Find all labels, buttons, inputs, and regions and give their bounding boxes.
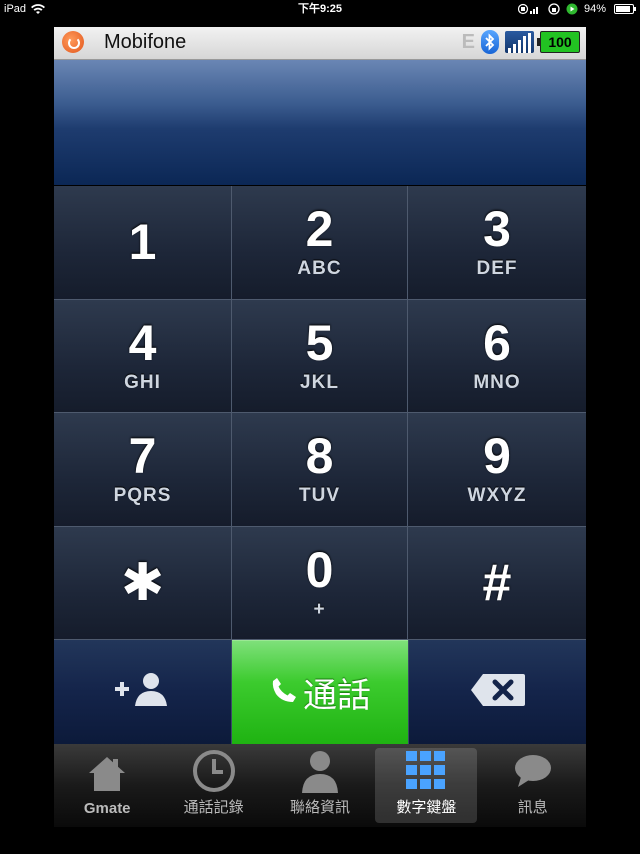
- key-digit: 9: [483, 428, 511, 485]
- key-letters: GHI: [124, 371, 161, 393]
- key-digit: 7: [128, 428, 157, 485]
- play-icon: [566, 3, 578, 15]
- key-letters: WXYZ: [467, 485, 527, 507]
- key-digit: ✱: [120, 553, 165, 612]
- call-label: 通話: [303, 677, 371, 715]
- tab-contacts[interactable]: 聯絡資訊: [269, 748, 371, 823]
- key-7[interactable]: 7 PQRS: [54, 413, 232, 527]
- key-digit: 3: [483, 201, 511, 258]
- tab-label: 聯絡資訊: [289, 799, 350, 816]
- key-digit: 0: [305, 541, 334, 598]
- tab-bar: Gmate 通話記錄 聯絡資訊 數字鍵盤 訊息: [54, 744, 586, 827]
- tab-gmate[interactable]: Gmate: [56, 748, 158, 823]
- key-8[interactable]: 8 TUV: [232, 413, 408, 527]
- key-1[interactable]: 1: [54, 186, 232, 300]
- key-9[interactable]: 9 WXYZ: [408, 413, 586, 527]
- key-star[interactable]: ✱: [54, 526, 232, 640]
- app-status-bar: Mobifone E 100: [54, 27, 586, 60]
- key-3[interactable]: 3 DEF: [408, 186, 586, 300]
- key-digit: 1: [128, 214, 157, 271]
- keypad-icon: [405, 748, 447, 794]
- key-letters: MNO: [473, 371, 521, 393]
- key-4[interactable]: 4 GHI: [54, 299, 232, 413]
- key-2[interactable]: 2 ABC: [232, 186, 408, 300]
- key-letters: TUV: [299, 485, 340, 507]
- home-icon: [87, 750, 127, 798]
- call-button[interactable]: 通話: [232, 640, 408, 744]
- clock-icon: [192, 748, 236, 794]
- number-display: [54, 60, 586, 186]
- tab-label: Gmate: [83, 800, 131, 817]
- device-status-bar: iPad 下午9:25 94%: [0, 0, 640, 18]
- key-6[interactable]: 6 MNO: [408, 299, 586, 413]
- tab-label: 訊息: [517, 799, 548, 816]
- key-letters: PQRS: [113, 485, 172, 507]
- tab-call-log[interactable]: 通話記錄: [163, 748, 265, 823]
- dial-keypad: 1 2 ABC 3 DEF 4 GHI 5 JKL 6 MNO 7 PQRS 8…: [54, 186, 586, 640]
- backspace-icon: [469, 672, 527, 713]
- carrier-name: Mobifone: [104, 31, 187, 53]
- key-5[interactable]: 5 JKL: [232, 299, 408, 413]
- key-digit: 8: [305, 428, 334, 485]
- key-digit: 5: [305, 314, 334, 371]
- key-letters: +: [313, 598, 326, 620]
- device-battery-icon: [614, 4, 636, 14]
- contact-icon: [300, 748, 340, 794]
- dialer-app: Mobifone E 100 1 2 ABC 3 DEF 4 GHI 5 JKL…: [54, 27, 586, 827]
- tab-keypad[interactable]: 數字鍵盤: [375, 748, 478, 823]
- key-hash[interactable]: #: [408, 526, 586, 640]
- key-digit: 4: [128, 314, 157, 371]
- phone-icon: [269, 675, 299, 710]
- delete-button[interactable]: [408, 640, 586, 744]
- key-letters: ABC: [297, 258, 342, 280]
- message-icon: [513, 748, 553, 794]
- dial-actions: 通話: [54, 640, 586, 744]
- app-battery-icon: 100: [537, 31, 580, 53]
- key-0[interactable]: 0 +: [232, 526, 408, 640]
- tab-label: 數字鍵盤: [396, 799, 457, 816]
- device-battery-percent: 94%: [583, 3, 606, 15]
- key-digit: 6: [483, 314, 511, 371]
- signal-strength-icon: [505, 31, 534, 53]
- tab-label: 通話記錄: [183, 799, 244, 816]
- app-logo-icon: [62, 31, 84, 53]
- add-contact-button[interactable]: [54, 640, 232, 744]
- lock-rotation-icon: [548, 3, 560, 15]
- tab-messages[interactable]: 訊息: [482, 748, 584, 823]
- key-letters: DEF: [476, 258, 518, 280]
- key-digit: 2: [305, 201, 334, 258]
- add-contact-icon: [113, 670, 173, 715]
- network-type: E: [461, 30, 475, 53]
- key-digit: #: [482, 553, 512, 612]
- app-signal-icon: [517, 3, 542, 15]
- bluetooth-icon: [481, 30, 499, 54]
- key-letters: JKL: [300, 371, 339, 393]
